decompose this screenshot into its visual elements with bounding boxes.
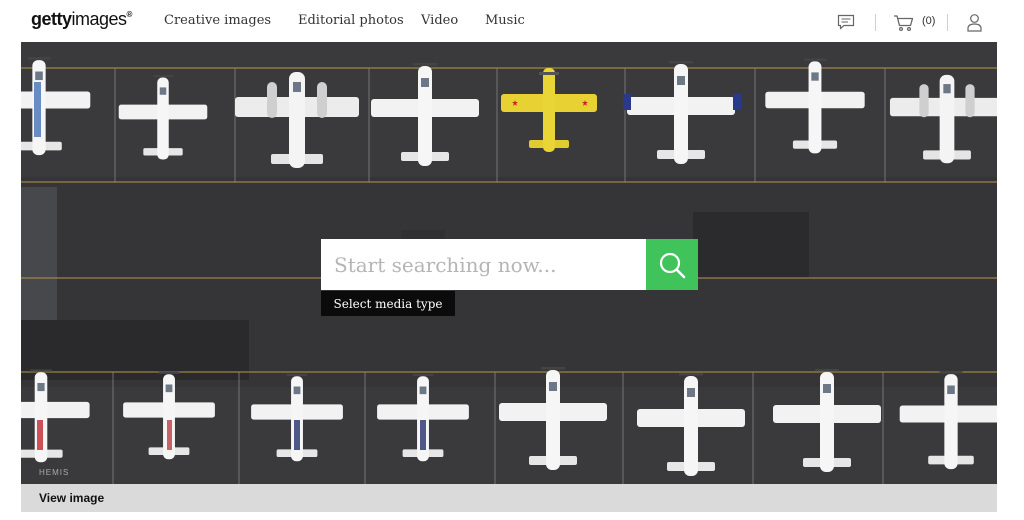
select-media-type-dropdown[interactable]: Select media type [321, 291, 455, 316]
header-divider [947, 14, 948, 31]
view-image-link[interactable]: View image [39, 491, 104, 505]
nav-creative-images[interactable]: Creative images [164, 13, 271, 28]
photo-credit: HEMIS [39, 468, 70, 477]
nav-music[interactable]: Music [485, 13, 525, 28]
view-image-bar: View image [21, 484, 997, 512]
search-icon [659, 252, 686, 278]
hero-image: Select media type HEMIS View image [21, 42, 997, 512]
header-divider [875, 14, 876, 31]
gettyimages-logo[interactable]: gettyimages® [31, 9, 132, 30]
chat-icon[interactable] [837, 14, 855, 34]
top-header: gettyimages® Creative images Editorial p… [0, 0, 1024, 42]
nav-editorial-photos[interactable]: Editorial photos [298, 13, 404, 28]
search-input[interactable] [321, 239, 647, 290]
cart-icon[interactable] [893, 14, 915, 36]
cart-count[interactable]: (0) [922, 15, 935, 27]
search-button[interactable] [646, 239, 698, 290]
nav-video[interactable]: Video [421, 13, 458, 28]
user-icon[interactable] [967, 13, 982, 36]
